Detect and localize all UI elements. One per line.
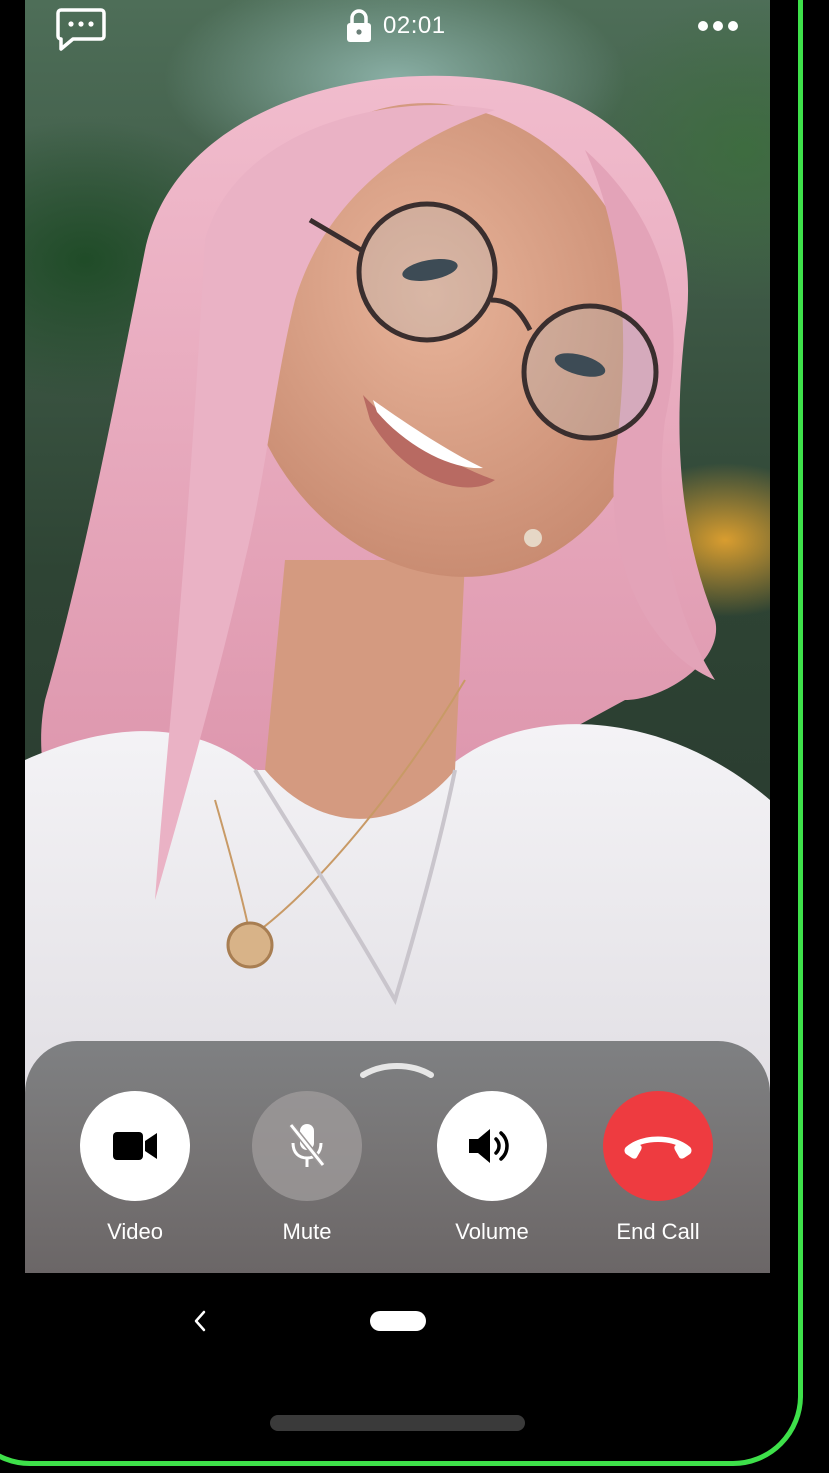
end-call-button[interactable] [603,1091,713,1201]
more-options-icon[interactable] [696,18,740,34]
system-nav-bar [0,1273,829,1473]
call-controls: Video Mute Volume End Call [25,1091,770,1261]
speaker-volume-icon [469,1129,509,1163]
video-camera-icon [113,1132,157,1160]
call-status: 02:01 [345,8,446,44]
chevron-up-icon[interactable] [359,1055,435,1079]
call-timer: 02:01 [383,12,446,39]
gesture-bar[interactable] [270,1415,525,1431]
hang-up-icon [624,1136,692,1159]
status-bar: 02:01 [25,0,770,56]
video-button[interactable] [80,1091,190,1201]
chat-bubble-icon[interactable] [55,6,107,52]
end-call-label: End Call [616,1219,700,1244]
volume-control: Volume [407,1091,577,1261]
video-control: Video [50,1091,220,1261]
video-call-screen: 02:01 Video Mute Volume End Call [25,0,770,1273]
microphone-off-icon [288,1123,326,1167]
end-call-control: End Call [573,1091,743,1261]
call-controls-panel: Video Mute Volume End Call [25,1041,770,1273]
lock-icon [347,9,371,42]
volume-label: Volume [455,1219,529,1244]
home-pill[interactable] [370,1311,426,1331]
mute-button[interactable] [252,1091,362,1201]
mute-label: Mute [282,1219,332,1244]
mute-control: Mute [222,1091,392,1261]
back-icon[interactable] [186,1306,214,1336]
volume-button[interactable] [437,1091,547,1201]
video-label: Video [107,1219,163,1244]
